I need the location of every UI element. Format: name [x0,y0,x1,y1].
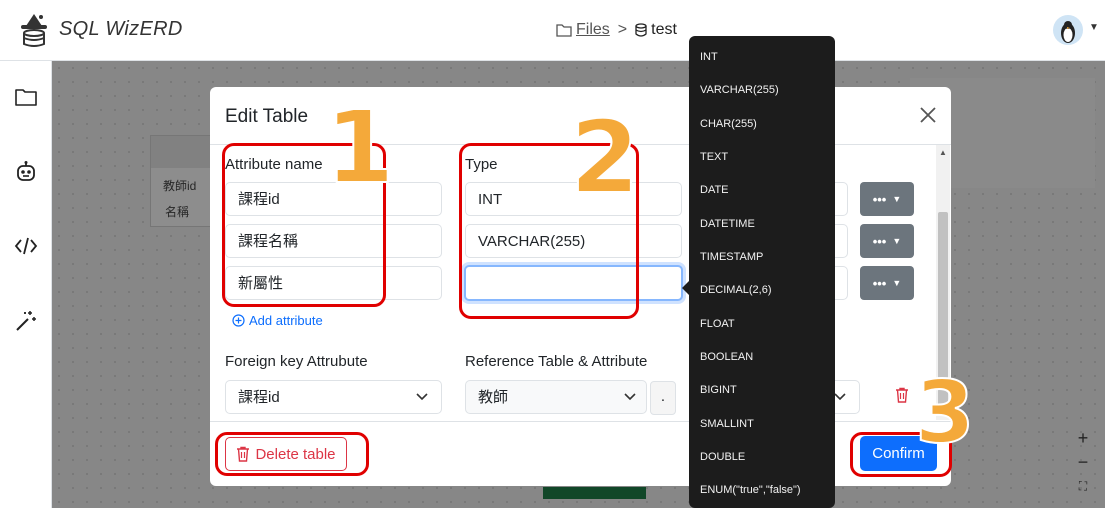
annotation-box-delete [215,432,369,476]
type-option-boolean[interactable]: BOOLEAN [700,351,753,363]
type-option-int[interactable]: INT [700,51,718,63]
modal-title: Edit Table [225,106,309,127]
type-option-float[interactable]: FLOAT [700,318,735,330]
foreign-key-select[interactable]: 課程id [225,380,442,414]
trash-icon[interactable] [895,387,909,403]
breadcrumb-current: test [651,21,677,38]
robot-icon [17,161,35,181]
type-option-char[interactable]: CHAR(255) [700,118,757,130]
type-option-date[interactable]: DATE [700,184,729,196]
more-options-button[interactable]: ••• ▼ [860,224,914,258]
more-options-button[interactable]: ••• ▼ [860,266,914,300]
sidebar-item-code[interactable] [12,232,40,260]
add-attribute-link[interactable]: Add attribute [232,313,323,328]
left-sidebar [0,61,52,508]
type-option-double[interactable]: DOUBLE [700,451,745,463]
top-header: SQL WizERD Files > test ▼ [0,0,1105,61]
chevron-down-icon [624,393,636,401]
wizard-db-logo-icon [21,14,47,47]
footer-divider [210,421,951,422]
plus-circle-icon [232,314,245,327]
type-option-datetime[interactable]: DATETIME [700,218,755,230]
add-attribute-label: Add attribute [249,313,323,328]
database-icon [635,23,647,37]
code-icon [14,237,38,255]
magic-wand-icon [16,311,36,331]
type-option-timestamp[interactable]: TIMESTAMP [700,251,763,263]
fit-view-button[interactable]: ⛶ [1070,474,1096,498]
chevron-down-icon [416,393,428,401]
scroll-up-arrow[interactable]: ▲ [939,148,947,157]
type-dropdown-menu: INT VARCHAR(255) CHAR(255) TEXT DATE DAT… [689,36,835,508]
breadcrumb: Files > test [556,21,677,39]
foreign-key-label: Foreign key Attrubute [225,353,368,370]
avatar[interactable] [1053,15,1083,45]
annotation-step-1: 1 [324,89,396,206]
zoom-in-button[interactable]: + [1070,426,1096,450]
breadcrumb-separator: > [617,21,628,38]
type-option-bigint[interactable]: BIGINT [700,384,737,396]
type-option-smallint[interactable]: SMALLINT [700,418,754,430]
dropdown-pointer [682,281,689,295]
app-title: SQL WizERD [59,18,183,40]
breadcrumb-files-link[interactable]: Files [576,21,610,39]
annotation-step-2: 2 [569,99,641,216]
type-option-text[interactable]: TEXT [700,151,728,163]
type-option-varchar[interactable]: VARCHAR(255) [700,84,779,96]
sidebar-item-ai[interactable] [12,158,40,186]
chevron-down-icon[interactable]: ▼ [1089,22,1099,33]
more-options-button[interactable]: ••• ▼ [860,182,914,216]
sidebar-item-magic[interactable] [12,307,40,335]
type-option-decimal[interactable]: DECIMAL(2,6) [700,284,772,296]
reference-dot-separator: . [650,381,676,415]
zoom-out-button[interactable]: − [1070,450,1096,474]
folder-icon [15,89,37,106]
sidebar-item-files[interactable] [12,83,40,111]
annotation-step-3: 3 [914,363,976,463]
reference-label: Reference Table & Attribute [465,353,648,370]
penguin-avatar-icon [1061,21,1075,43]
folder-icon [556,24,572,37]
close-icon[interactable] [918,105,938,125]
type-option-enum[interactable]: ENUM("true","false") [700,484,801,496]
reference-table-select[interactable]: 教師 [465,380,647,414]
chevron-down-icon [834,393,846,401]
